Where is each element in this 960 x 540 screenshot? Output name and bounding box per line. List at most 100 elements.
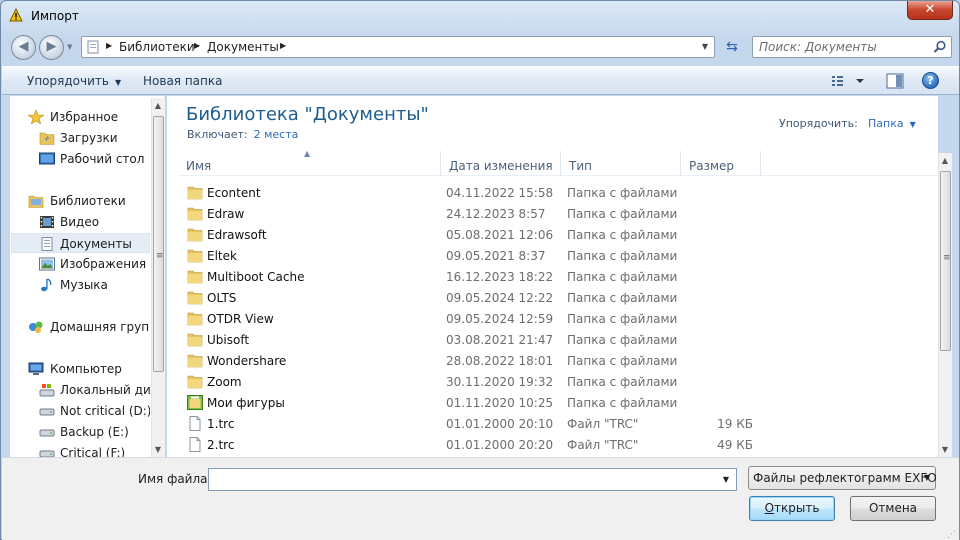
nav-item-favorites[interactable]: Избранное (11, 107, 150, 127)
scroll-down-icon[interactable]: ▼ (939, 445, 951, 454)
nav-item-desktop[interactable]: Рабочий стол (11, 149, 150, 169)
file-type-select[interactable]: Файлы рефлектограмм EXFO ▼ (748, 466, 937, 490)
file-name: Multiboot Cache (207, 270, 305, 284)
file-row[interactable]: Ubisoft 03.08.2021 21:47 Папка с файлами (178, 329, 778, 350)
close-button[interactable]: ✕ (907, 1, 953, 20)
nav-label: Backup (E:) (60, 425, 129, 439)
title-bar[interactable]: Импорт ✕ (1, 1, 959, 31)
scroll-down-icon[interactable]: ▼ (152, 445, 164, 454)
file-type: Файл "TRC" (567, 438, 639, 452)
breadcrumb-chevron-icon[interactable]: ▶ (280, 41, 286, 50)
nav-label: Музыка (60, 278, 108, 292)
nav-item-documents[interactable]: Документы (11, 233, 150, 253)
import-dialog: Импорт ✕ ◀ ▶ ▼ ▶ Библиотеки ▶ Документы … (0, 0, 960, 540)
folder-icon (187, 249, 203, 263)
nav-item-homegroup[interactable]: Домашняя группа (11, 317, 150, 337)
file-modified: 01.01.2000 20:20 (446, 438, 554, 452)
nav-item-libraries[interactable]: Библиотеки (11, 191, 150, 211)
column-modified[interactable]: Дата изменения (441, 151, 561, 176)
cancel-button[interactable]: Отмена (850, 496, 936, 521)
dialog-footer: Имя файла: ▼ Файлы рефлектограмм EXFO ▼ О… (2, 457, 959, 540)
file-row[interactable]: Edrawsoft 05.08.2021 12:06 Папка с файлами (178, 224, 778, 245)
nav-scroll-thumb[interactable]: ≡ (153, 116, 164, 372)
file-modified: 09.05.2024 12:22 (446, 291, 554, 305)
recent-pages-dropdown-icon[interactable]: ▼ (67, 43, 72, 51)
arrange-by-value: Папка (868, 117, 904, 130)
organize-button[interactable]: Упорядочить ▼ (27, 74, 121, 88)
file-row[interactable]: Мои фигуры 01.11.2020 10:25 Папка с файлам… (178, 392, 778, 413)
star-icon (28, 110, 44, 124)
library-title: Библиотека "Документы" (186, 104, 429, 125)
window-title: Импорт (31, 9, 79, 23)
open-label: ткрыть (774, 501, 820, 515)
column-type[interactable]: Тип (561, 151, 681, 176)
column-name[interactable]: Имя ▲ (178, 149, 441, 176)
file-size: 49 КБ (717, 438, 753, 452)
file-row[interactable]: 2.trc 01.01.2000 20:20 Файл "TRC" 49 КБ (178, 434, 778, 455)
nav-item-video[interactable]: Видео (11, 212, 150, 232)
images-icon (39, 257, 55, 271)
shapes-folder-icon (187, 395, 203, 410)
file-name: Wondershare (207, 354, 287, 368)
breadcrumb-libraries[interactable]: Библиотеки (119, 40, 195, 54)
file-row[interactable]: OLTS 09.05.2024 12:22 Папка с файлами (178, 287, 778, 308)
search-box[interactable] (752, 36, 952, 58)
filename-input[interactable] (213, 472, 703, 486)
address-bar[interactable]: ▶ Библиотеки ▶ Документы ▶ ▼ (81, 36, 715, 58)
file-row[interactable]: OTDR View 09.05.2024 12:59 Папка с файлами (178, 308, 778, 329)
file-list-scroll-thumb[interactable]: ≡ (940, 171, 951, 351)
scroll-up-icon[interactable]: ▲ (152, 101, 164, 110)
file-row[interactable]: Edraw 24.12.2023 8:57 Папка с файлами (178, 203, 778, 224)
close-icon: ✕ (924, 2, 936, 17)
new-folder-button[interactable]: Новая папка (143, 74, 222, 88)
file-name: Edrawsoft (207, 228, 267, 242)
address-dropdown-icon[interactable]: ▼ (696, 37, 714, 57)
file-size: 19 КБ (717, 417, 753, 431)
breadcrumb-chevron-icon[interactable]: ▶ (106, 41, 112, 50)
file-row[interactable]: 1.trc 01.01.2000 20:10 Файл "TRC" 19 КБ (178, 413, 778, 434)
nav-label: Библиотеки (50, 194, 126, 208)
filename-combobox[interactable]: ▼ (208, 468, 737, 491)
search-icon[interactable] (933, 40, 947, 54)
file-row[interactable]: Multiboot Cache 16.12.2023 18:22 Папка с ф… (178, 266, 778, 287)
file-type: Папка с файлами (567, 249, 678, 263)
file-modified: 01.11.2020 10:25 (446, 396, 554, 410)
nav-label: Изображения (60, 257, 147, 271)
filename-dropdown-icon[interactable]: ▼ (718, 469, 734, 490)
help-icon[interactable]: ? (922, 72, 939, 89)
file-row[interactable]: Eltek 09.05.2021 8:37 Папка с файлами (178, 245, 778, 266)
nav-item-computer[interactable]: Компьютер (11, 359, 150, 379)
file-list-scrollbar[interactable]: ▲ ≡ ▼ (938, 153, 952, 457)
nav-item-downloads[interactable]: Загрузки (11, 128, 150, 148)
back-button[interactable]: ◀ (11, 35, 36, 60)
breadcrumb-chevron-icon[interactable]: ▶ (194, 41, 200, 50)
change-view-icon[interactable] (830, 73, 870, 89)
file-modified: 05.08.2021 12:06 (446, 228, 554, 242)
file-row[interactable]: Zoom 30.11.2020 19:32 Папка с файлами (178, 371, 778, 392)
nav-item-images[interactable]: Изображения (11, 254, 150, 274)
forward-button[interactable]: ▶ (39, 35, 64, 60)
nav-item-drive-d[interactable]: Not critical (D:) (11, 401, 150, 421)
breadcrumb-documents[interactable]: Документы (207, 40, 279, 54)
refresh-button[interactable]: ⇆ (719, 36, 745, 58)
preview-pane-icon[interactable] (886, 73, 904, 89)
nav-item-music[interactable]: Музыка (11, 275, 150, 295)
library-includes: Включает: 2 места (187, 128, 298, 141)
folder-icon (187, 228, 203, 242)
nav-item-drive-f[interactable]: Critical (F:) (11, 443, 150, 457)
open-button[interactable]: Открыть (749, 496, 835, 521)
includes-locations-link[interactable]: 2 места (254, 128, 299, 141)
nav-item-local-disk[interactable]: Локальный диск (11, 380, 150, 400)
file-row[interactable]: Econtent 04.11.2022 15:58 Папка с файлами (178, 182, 778, 203)
file-row[interactable]: Wondershare 28.08.2022 18:01 Папка с файла… (178, 350, 778, 371)
column-header: Имя ▲ Дата изменения Тип Размер (178, 149, 938, 176)
search-input[interactable] (759, 40, 929, 54)
sort-ascending-icon: ▲ (304, 149, 311, 158)
library-icon (87, 40, 99, 54)
nav-item-drive-e[interactable]: Backup (E:) (11, 422, 150, 442)
scroll-up-icon[interactable]: ▲ (939, 156, 951, 165)
column-size[interactable]: Размер (681, 151, 761, 176)
arrange-by-dropdown[interactable]: Папка ▼ (868, 117, 916, 130)
nav-scrollbar[interactable]: ▲ ≡ ▼ (151, 98, 165, 457)
resize-grip-icon[interactable]: ⋰ (947, 531, 956, 540)
